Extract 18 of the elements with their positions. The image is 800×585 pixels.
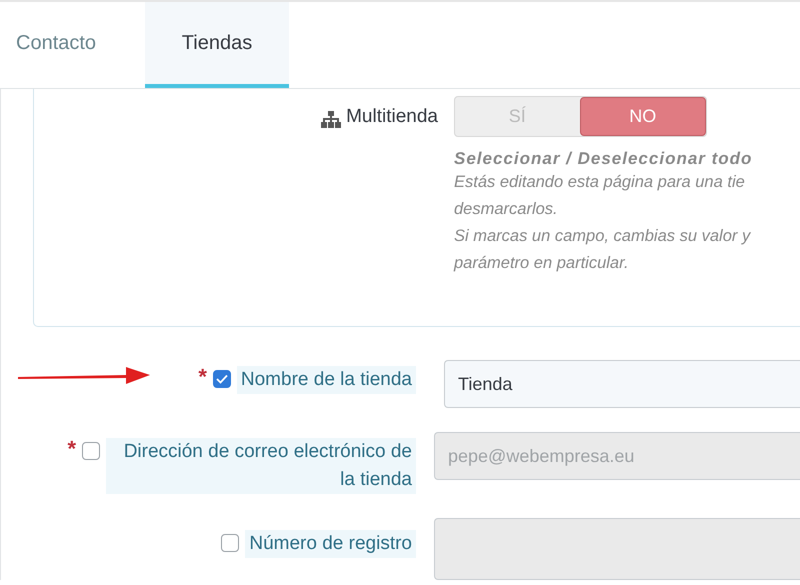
field-label: Número de registro [245,530,416,558]
checkbox[interactable] [212,370,231,388]
input-field[interactable]: Tienda [444,360,800,408]
field-label: Nombre de la tienda [236,366,416,394]
field-label: Dirección de correo electrónico de la tienda [106,438,416,494]
toggle-option[interactable]: NO [580,97,706,136]
required-mark: * [198,366,207,388]
sitemap-icon [321,111,342,128]
help-text: Estás editando esta página para una tie [454,172,746,193]
help-text: parámetro en particular. [454,253,630,274]
required-mark: * [67,438,76,460]
tab[interactable]: Contacto [0,2,145,88]
field-label: Multitienda [346,106,438,128]
tab[interactable]: Tiendas [145,2,289,88]
help-text: Si marcas un campo, cambias su valor y [454,226,752,247]
select-all-link[interactable]: Seleccionar / Deseleccionar todo [454,149,752,169]
help-text: desmarcarlos. [454,199,559,220]
arrow-icon [18,366,150,386]
